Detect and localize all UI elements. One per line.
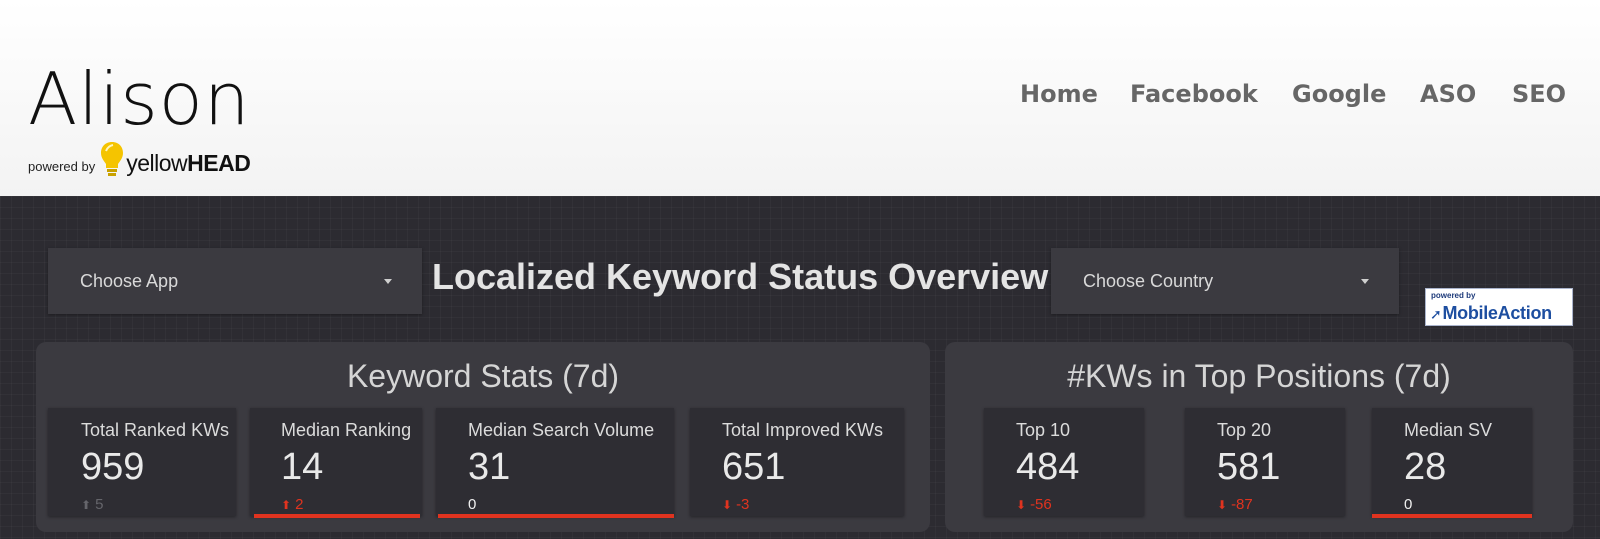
tile-median-ranking: Median Ranking 14 ⬆ 2: [250, 408, 422, 516]
rocket-icon: ➚: [1430, 306, 1442, 322]
tile-median-search-volume: Median Search Volume 31 0: [436, 408, 674, 516]
mobileaction-powered-by: powered by: [1431, 291, 1476, 300]
tile-label: Median SV: [1404, 420, 1493, 440]
brand-bold: HEAD: [187, 150, 251, 176]
tile-value: 484: [1016, 446, 1080, 488]
powered-by-row: powered by yellowHEAD: [28, 140, 251, 180]
tile-label: Total Ranked KWs: [81, 420, 230, 440]
arrow-up-icon: ⬆: [81, 497, 92, 512]
powered-by-label: powered by: [28, 159, 96, 174]
dashboard: Choose App Localized Keyword Status Over…: [0, 196, 1600, 539]
nav-seo[interactable]: SEO: [1512, 80, 1566, 108]
nav-google[interactable]: Google: [1292, 80, 1386, 108]
tile-value: 31: [468, 446, 511, 488]
tile-label: Total Improved KWs: [722, 420, 884, 440]
tile-median-sv: Median SV 28 0: [1372, 408, 1532, 516]
choose-app-select[interactable]: Choose App: [48, 248, 422, 314]
keyword-stats-title: Keyword Stats (7d): [346, 358, 620, 394]
site-header: Alison powered by yellowHEAD Home Facebo…: [0, 0, 1600, 196]
tile-delta: ⬇ -56: [1016, 496, 1052, 513]
choose-country-select[interactable]: Choose Country: [1051, 248, 1399, 314]
tile-delta: ⬇ -87: [1217, 496, 1253, 513]
tile-value: 651: [722, 446, 786, 488]
tile-delta: ⬆ 5: [81, 496, 103, 513]
caret-down-icon: [1361, 279, 1369, 284]
tile-label: Top 20: [1217, 420, 1272, 440]
choose-country-label: Choose Country: [1083, 271, 1214, 291]
tile-label: Median Ranking: [281, 420, 412, 440]
arrow-down-icon: ⬇: [1217, 497, 1228, 512]
brand-light: yellow: [126, 150, 188, 176]
tile-value: 28: [1404, 446, 1447, 488]
tile-delta: 0: [1404, 496, 1412, 513]
tile-total-ranked-kws: Total Ranked KWs 959 ⬆ 5: [48, 408, 236, 516]
nav-home[interactable]: Home: [1020, 80, 1098, 108]
mobileaction-name: ➚MobileAction: [1430, 303, 1552, 324]
tile-delta-value: 0: [468, 496, 477, 513]
tile-delta: 0: [468, 496, 476, 513]
tile-delta-value: 0: [1404, 496, 1413, 513]
tile-delta-value: 5: [95, 496, 104, 513]
dashboard-title: Localized Keyword Status Overview: [432, 256, 1049, 297]
tile-value: 581: [1217, 446, 1281, 488]
tile-value: 14: [281, 446, 324, 488]
choose-app-label: Choose App: [80, 271, 179, 291]
nav-facebook[interactable]: Facebook: [1130, 80, 1258, 108]
lightbulb-icon: [101, 142, 124, 176]
highlight-bar: [254, 514, 420, 518]
tile-total-improved-kws: Total Improved KWs 651 ⬇ -3: [690, 408, 904, 516]
yellowhead-brand: yellowHEAD: [126, 150, 251, 177]
top-positions-title: #KWs in Top Positions (7d): [1067, 358, 1451, 394]
arrow-down-icon: ⬇: [1016, 497, 1027, 512]
tile-delta-value: 2: [295, 496, 304, 513]
alison-logo[interactable]: Alison powered by yellowHEAD: [28, 57, 251, 180]
tile-value: 959: [81, 446, 145, 488]
mobileaction-label: MobileAction: [1442, 303, 1552, 323]
caret-down-icon: [384, 279, 392, 284]
highlight-bar: [438, 514, 674, 518]
mobileaction-badge[interactable]: powered by ➚MobileAction: [1425, 288, 1573, 326]
tile-delta-value: -56: [1030, 496, 1052, 513]
highlight-bar: [1372, 514, 1532, 518]
tile-delta-value: -3: [736, 496, 750, 513]
tile-top-20: Top 20 581 ⬇ -87: [1185, 408, 1345, 516]
arrow-down-icon: ⬇: [722, 497, 733, 512]
tile-delta: ⬇ -3: [722, 496, 749, 513]
tile-label: Median Search Volume: [468, 420, 655, 440]
logo-wordmark: Alison: [28, 57, 251, 141]
tile-delta: ⬆ 2: [281, 496, 303, 513]
nav-aso[interactable]: ASO: [1420, 80, 1476, 108]
arrow-up-icon: ⬆: [281, 497, 292, 512]
tile-label: Top 10: [1016, 420, 1071, 440]
tile-top-10: Top 10 484 ⬇ -56: [984, 408, 1144, 516]
tile-delta-value: -87: [1231, 496, 1253, 513]
